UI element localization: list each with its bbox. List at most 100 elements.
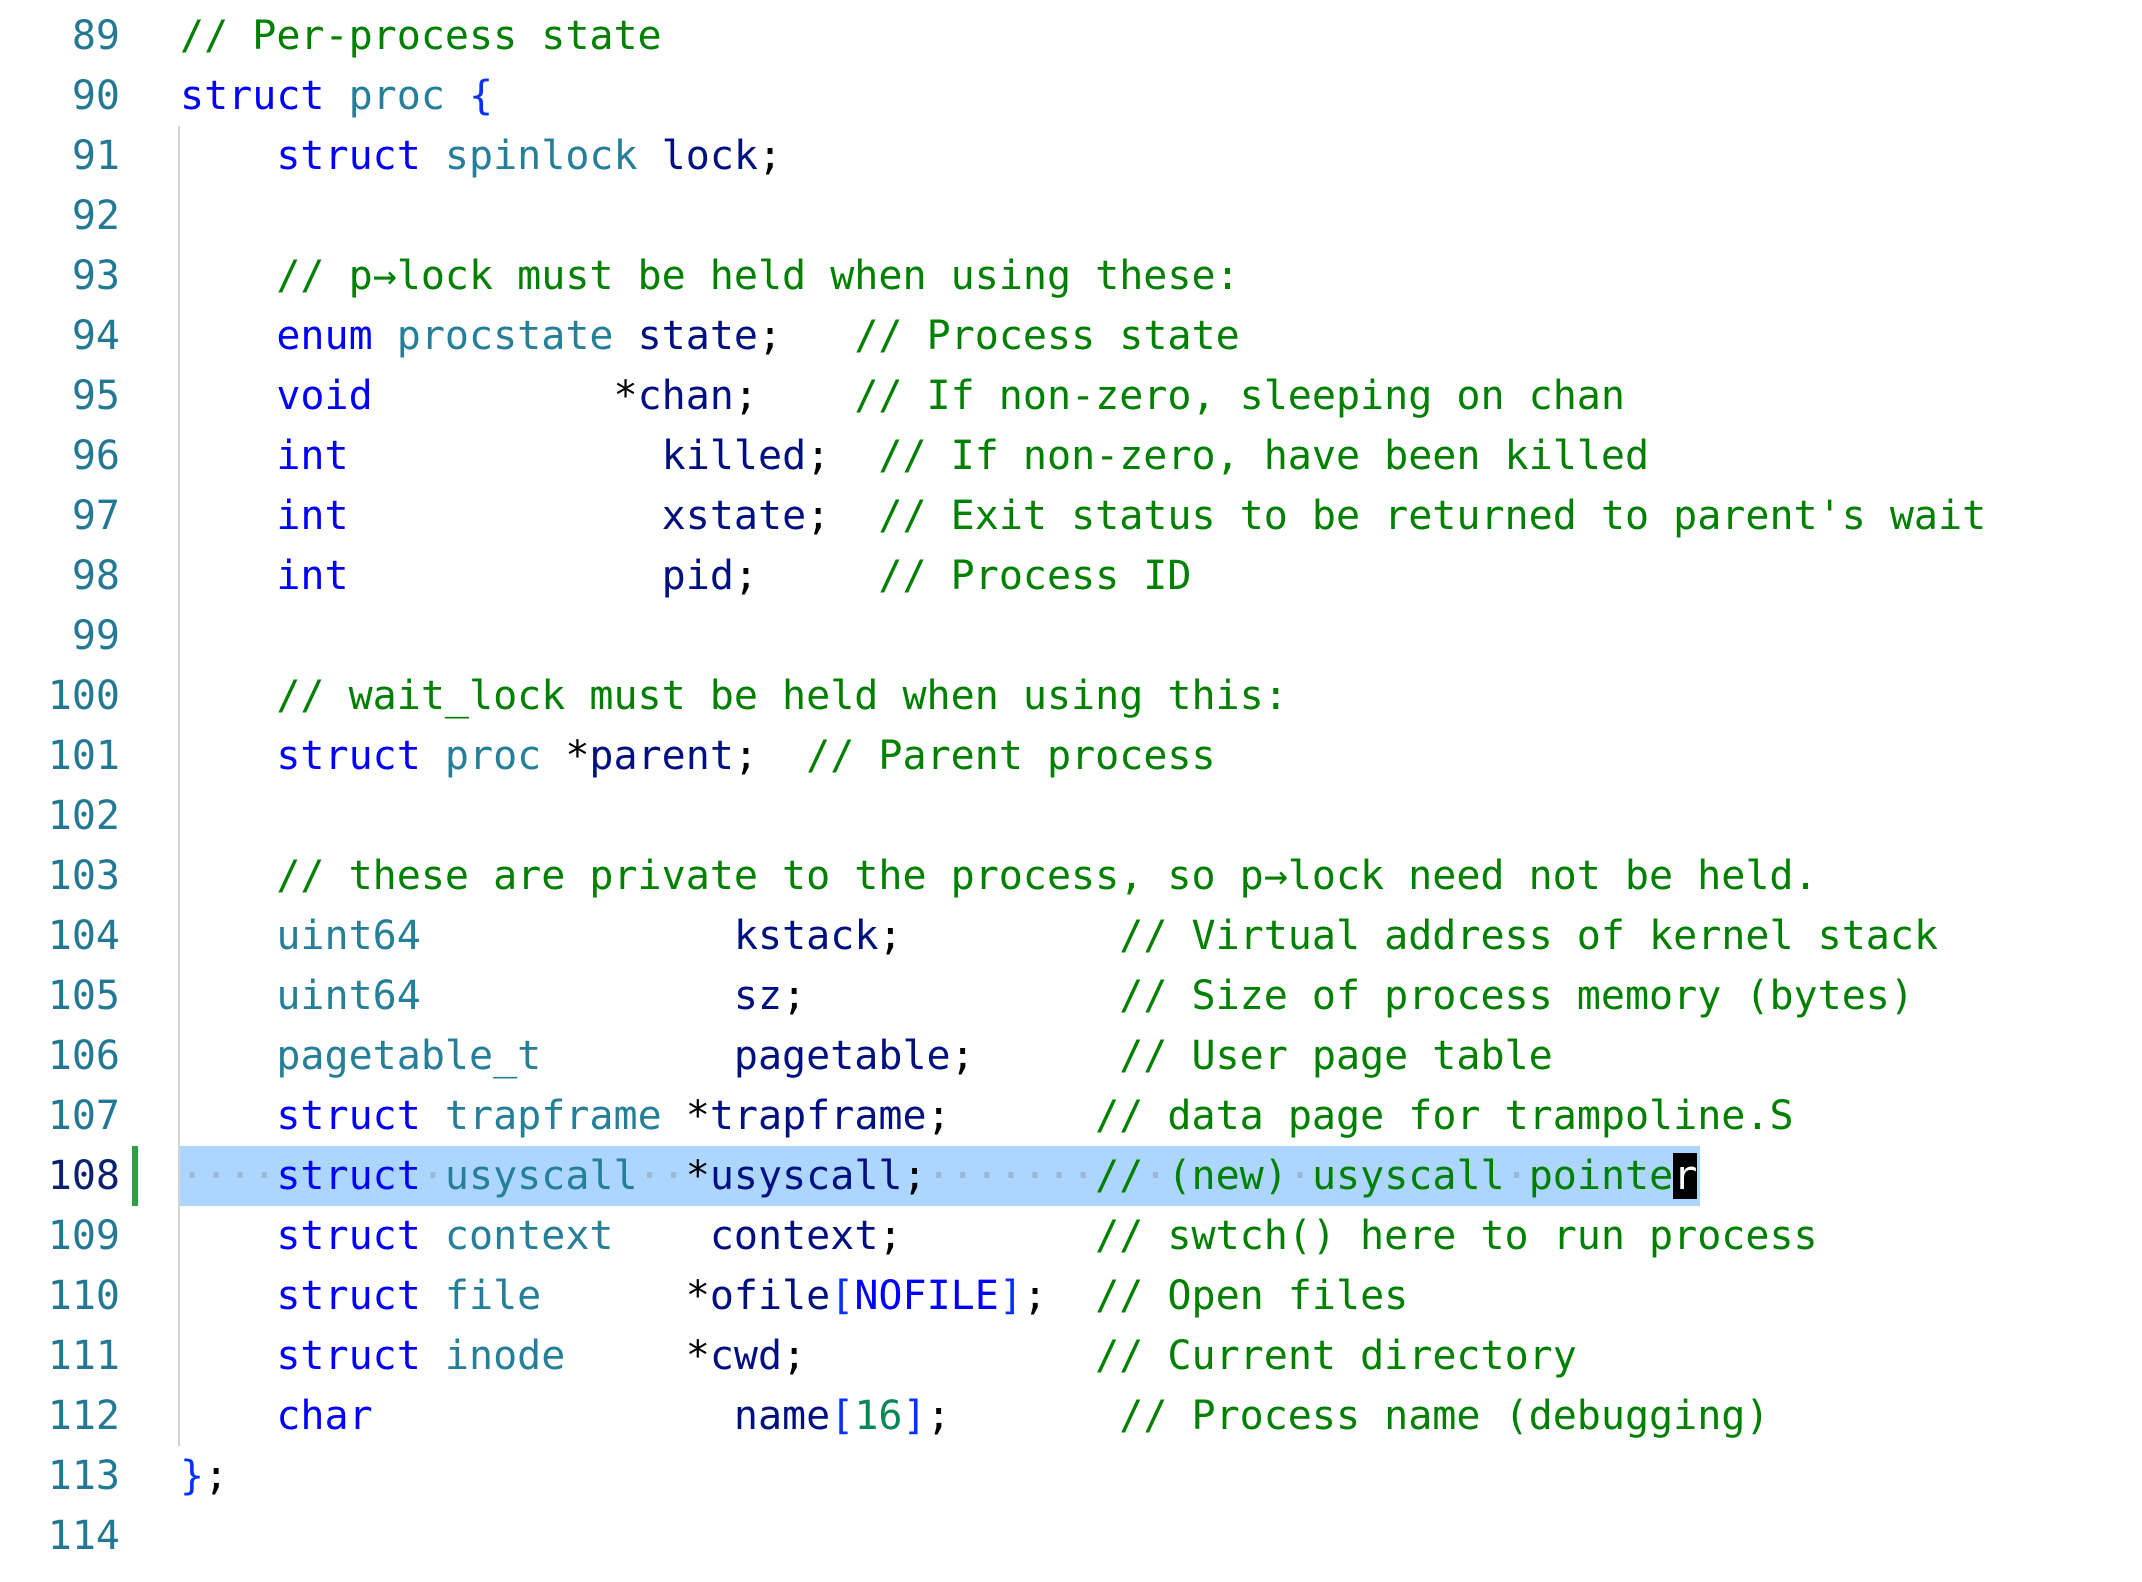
code-token: // swtch() here to run process	[1095, 1213, 1818, 1259]
code-token: // If non-zero, sleeping on chan	[854, 373, 1625, 419]
code-line[interactable]: void *chan; // If non-zero, sleeping on …	[180, 366, 2080, 426]
code-token: ;	[204, 1453, 229, 1499]
code-line[interactable]: };	[180, 1446, 2080, 1506]
code-token: [	[830, 1393, 855, 1439]
code-token: }	[180, 1453, 205, 1499]
code-line[interactable]	[180, 606, 2080, 666]
code-token: cwd	[709, 1333, 783, 1379]
code-token: struct	[276, 1333, 421, 1379]
code-token: int	[276, 553, 349, 599]
code-line[interactable]: int pid; // Process ID	[180, 546, 2080, 606]
code-token: // p→lock must be held when using these:	[276, 253, 1240, 299]
code-token: pagetable_t	[276, 1033, 542, 1079]
code-line[interactable]: // Per-process state	[180, 6, 2080, 66]
code-token: proc	[444, 733, 542, 779]
code-line[interactable]: int xstate; // Exit status to be returne…	[180, 486, 2080, 546]
code-token: // Size of process memory (bytes)	[1119, 973, 1914, 1019]
code-token: //	[1095, 1153, 1144, 1199]
code-token: // Per-process state	[180, 13, 662, 59]
code-line[interactable]: // p→lock must be held when using these:	[180, 246, 2080, 306]
code-token: sz	[733, 973, 783, 1019]
code-token: context	[444, 1213, 614, 1259]
code-token: ·······	[926, 1153, 1096, 1199]
code-line[interactable]: struct proc *parent; // Parent process	[180, 726, 2080, 786]
code-line[interactable]: struct proc {	[180, 66, 2080, 126]
code-token: void	[276, 373, 373, 419]
code-line[interactable]: struct context context; // swtch() here …	[180, 1206, 2080, 1266]
code-token: lock	[661, 133, 758, 179]
code-line-current[interactable]: ····struct·usyscall··*usyscall;·······//…	[180, 1146, 2080, 1206]
code-token: ;	[782, 1333, 1096, 1379]
code-line[interactable]: // wait_lock must be held when using thi…	[180, 666, 2080, 726]
code-line[interactable]: uint64 kstack; // Virtual address of ker…	[180, 906, 2080, 966]
code-token: ]	[902, 1393, 927, 1439]
code-token: NOFILE	[854, 1273, 999, 1319]
code-token: ··	[637, 1153, 686, 1199]
code-token: inode	[444, 1333, 566, 1379]
code-line[interactable]: // these are private to the process, so …	[180, 846, 2080, 906]
code-line[interactable]	[180, 186, 2080, 246]
code-token: struct	[276, 1273, 421, 1319]
code-line[interactable]: struct file *ofile[NOFILE]; // Open file…	[180, 1266, 2080, 1326]
code-token: chan	[637, 373, 734, 419]
code-token: ;	[782, 973, 1120, 1019]
code-token: procstate	[396, 313, 614, 359]
code-token: ;	[950, 1033, 1120, 1079]
code-area[interactable]: // Per-process state struct proc { struct…	[0, 0, 2142, 1582]
code-token: // If non-zero, have been killed	[878, 433, 1650, 479]
code-token: pid	[661, 553, 734, 599]
code-token: // Process name (debugging)	[1119, 1393, 1770, 1439]
code-token: pointe	[1528, 1153, 1674, 1199]
code-line[interactable]: enum procstate state; // Process state	[180, 306, 2080, 366]
code-token: 16	[854, 1393, 903, 1439]
code-line[interactable]: struct inode *cwd; // Current directory	[180, 1326, 2080, 1386]
code-token: trapframe	[444, 1093, 662, 1139]
code-line[interactable]: pagetable_t pagetable; // User page tabl…	[180, 1026, 2080, 1086]
code-token: ·	[420, 1153, 445, 1199]
code-token: struct	[276, 1153, 421, 1199]
code-token: ]	[998, 1273, 1023, 1319]
code-token: // these are private to the process, so …	[276, 853, 1818, 899]
code-token: {	[469, 73, 494, 119]
code-token: *	[541, 1273, 710, 1319]
code-line[interactable]: int killed; // If non-zero, have been ki…	[180, 426, 2080, 486]
code-editor[interactable]: 89 90 91 92 93 94 95 96 97 98 99 100 101 102 103 104 105…	[0, 0, 2142, 1582]
code-token: uint64	[276, 913, 421, 959]
code-token: context	[709, 1213, 879, 1259]
code-token: ;	[733, 553, 879, 599]
code-token: *	[661, 1093, 710, 1139]
code-token: kstack	[733, 913, 879, 959]
code-line[interactable]: struct trapframe *trapframe; // data pag…	[180, 1086, 2080, 1146]
code-token: *	[372, 373, 638, 419]
code-line[interactable]: uint64 sz; // Size of process memory (by…	[180, 966, 2080, 1026]
code-token: xstate	[661, 493, 807, 539]
code-token: // Open files	[1095, 1273, 1409, 1319]
code-line[interactable]	[180, 786, 2080, 846]
code-line[interactable]	[180, 1506, 2080, 1566]
code-line[interactable]: char name[16]; // Process name (debuggin…	[180, 1386, 2080, 1446]
code-line[interactable]: struct spinlock lock;	[180, 126, 2080, 186]
